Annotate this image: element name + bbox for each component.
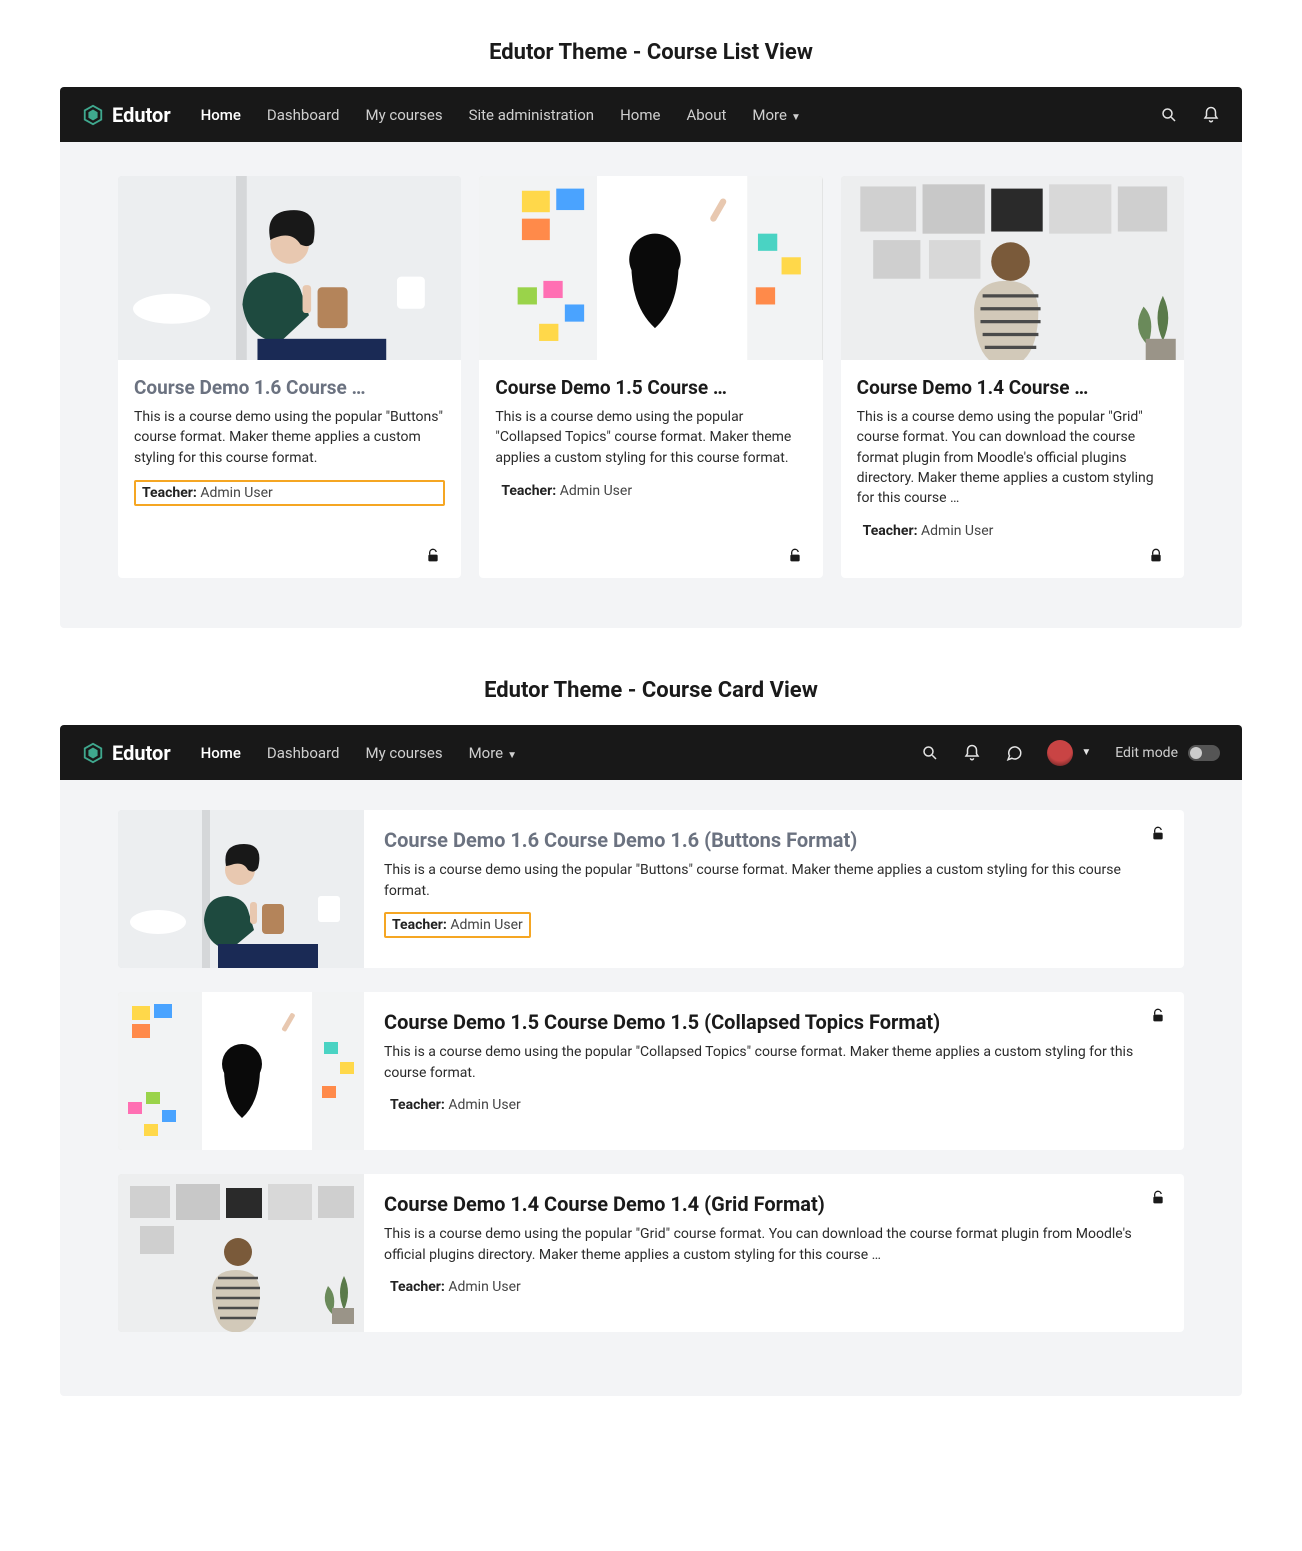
brand-hex-icon [82, 742, 104, 764]
nav-about[interactable]: About [686, 106, 726, 124]
course-title: Course Demo 1.5 Course Demo 1.5 (Collaps… [384, 1010, 1164, 1034]
teacher-label: Teacher: [863, 523, 918, 539]
course-card[interactable]: Course Demo 1.4 Course … This is a cours… [841, 176, 1184, 578]
navbar: Edutor Home Dashboard My courses More▼ ▼ [60, 725, 1242, 780]
course-card[interactable]: Course Demo 1.6 Course … This is a cours… [118, 176, 461, 578]
nav-right: ▼ Edit mode [921, 740, 1220, 766]
chevron-down-icon: ▼ [1081, 747, 1091, 758]
course-list-area: Course Demo 1.6 Course Demo 1.6 (Buttons… [60, 780, 1242, 1396]
unlock-icon [425, 548, 441, 564]
teacher-name: Admin User [450, 917, 522, 933]
screenshot-card-view: Edutor Home Dashboard My courses More▼ ▼ [60, 725, 1242, 1396]
navbar: Edutor Home Dashboard My courses Site ad… [60, 87, 1242, 142]
unlock-icon [787, 548, 803, 564]
course-description: This is a course demo using the popular … [384, 1224, 1164, 1266]
course-grid: Course Demo 1.6 Course … This is a cours… [118, 176, 1184, 578]
course-image [118, 992, 364, 1150]
brand-hex-icon [82, 104, 104, 126]
course-description: This is a course demo using the popular … [134, 407, 445, 468]
section-title-list: Edutor Theme - Course List View [60, 40, 1242, 65]
nav-items: Home Dashboard My courses More▼ [201, 744, 517, 762]
course-description: This is a course demo using the popular … [384, 860, 1164, 902]
nav-home[interactable]: Home [201, 106, 241, 124]
course-image [118, 1174, 364, 1332]
course-image [479, 176, 822, 360]
user-menu[interactable]: ▼ [1047, 740, 1091, 766]
course-description: This is a course demo using the popular … [384, 1042, 1164, 1084]
lock-icon [1148, 548, 1164, 564]
chevron-down-icon: ▼ [791, 112, 801, 123]
search-icon[interactable] [921, 744, 939, 762]
nav-mycourses[interactable]: My courses [365, 106, 442, 124]
brand-name: Edutor [112, 103, 171, 127]
teacher-name: Admin User [560, 483, 632, 499]
teacher-line: Teacher: Admin User [495, 480, 806, 502]
nav-home[interactable]: Home [201, 744, 241, 762]
course-title: Course Demo 1.6 Course … [134, 376, 445, 399]
course-title: Course Demo 1.6 Course Demo 1.6 (Buttons… [384, 828, 1164, 852]
teacher-line: Teacher: Admin User [384, 1276, 527, 1298]
teacher-line: Teacher: Admin User [384, 1094, 527, 1116]
teacher-label: Teacher: [392, 917, 447, 933]
unlock-icon [1150, 1190, 1166, 1206]
teacher-line: Teacher: Admin User [134, 480, 445, 506]
course-grid-area: Course Demo 1.6 Course … This is a cours… [60, 142, 1242, 628]
brand-logo[interactable]: Edutor [82, 103, 171, 127]
course-title: Course Demo 1.5 Course … [495, 376, 806, 399]
nav-home-2[interactable]: Home [620, 106, 660, 124]
screenshot-list-view: Edutor Home Dashboard My courses Site ad… [60, 87, 1242, 628]
teacher-line: Teacher: Admin User [857, 520, 1168, 542]
avatar [1047, 740, 1073, 766]
unlock-icon [1150, 1008, 1166, 1024]
course-title: Course Demo 1.4 Course … [857, 376, 1168, 399]
edit-mode-group: Edit mode [1115, 745, 1220, 761]
teacher-label: Teacher: [142, 485, 197, 501]
bell-icon[interactable] [963, 744, 981, 762]
teacher-line: Teacher: Admin User [384, 912, 531, 938]
teacher-name: Admin User [448, 1279, 520, 1295]
teacher-name: Admin User [200, 485, 272, 501]
course-image [841, 176, 1184, 360]
course-row[interactable]: Course Demo 1.6 Course Demo 1.6 (Buttons… [118, 810, 1184, 968]
course-description: This is a course demo using the popular … [495, 407, 806, 468]
brand-logo[interactable]: Edutor [82, 741, 171, 765]
teacher-label: Teacher: [390, 1279, 445, 1295]
course-card[interactable]: Course Demo 1.5 Course … This is a cours… [479, 176, 822, 578]
course-title: Course Demo 1.4 Course Demo 1.4 (Grid Fo… [384, 1192, 1164, 1216]
nav-mycourses[interactable]: My courses [365, 744, 442, 762]
nav-dashboard[interactable]: Dashboard [267, 106, 340, 124]
nav-more[interactable]: More▼ [469, 744, 517, 762]
course-image [118, 176, 461, 360]
nav-items: Home Dashboard My courses Site administr… [201, 106, 801, 124]
teacher-label: Teacher: [390, 1097, 445, 1113]
chat-icon[interactable] [1005, 744, 1023, 762]
teacher-name: Admin User [921, 523, 993, 539]
course-image [118, 810, 364, 968]
section-title-card: Edutor Theme - Course Card View [60, 678, 1242, 703]
brand-name: Edutor [112, 741, 171, 765]
edit-mode-label: Edit mode [1115, 745, 1178, 761]
edit-mode-toggle[interactable] [1188, 745, 1220, 761]
unlock-icon [1150, 826, 1166, 842]
bell-icon[interactable] [1202, 106, 1220, 124]
course-row[interactable]: Course Demo 1.5 Course Demo 1.5 (Collaps… [118, 992, 1184, 1150]
search-icon[interactable] [1160, 106, 1178, 124]
nav-right [1160, 106, 1220, 124]
teacher-label: Teacher: [501, 483, 556, 499]
nav-more[interactable]: More▼ [752, 106, 800, 124]
nav-dashboard[interactable]: Dashboard [267, 744, 340, 762]
nav-siteadmin[interactable]: Site administration [469, 106, 594, 124]
teacher-name: Admin User [448, 1097, 520, 1113]
course-description: This is a course demo using the popular … [857, 407, 1168, 508]
chevron-down-icon: ▼ [507, 750, 517, 761]
course-row[interactable]: Course Demo 1.4 Course Demo 1.4 (Grid Fo… [118, 1174, 1184, 1332]
